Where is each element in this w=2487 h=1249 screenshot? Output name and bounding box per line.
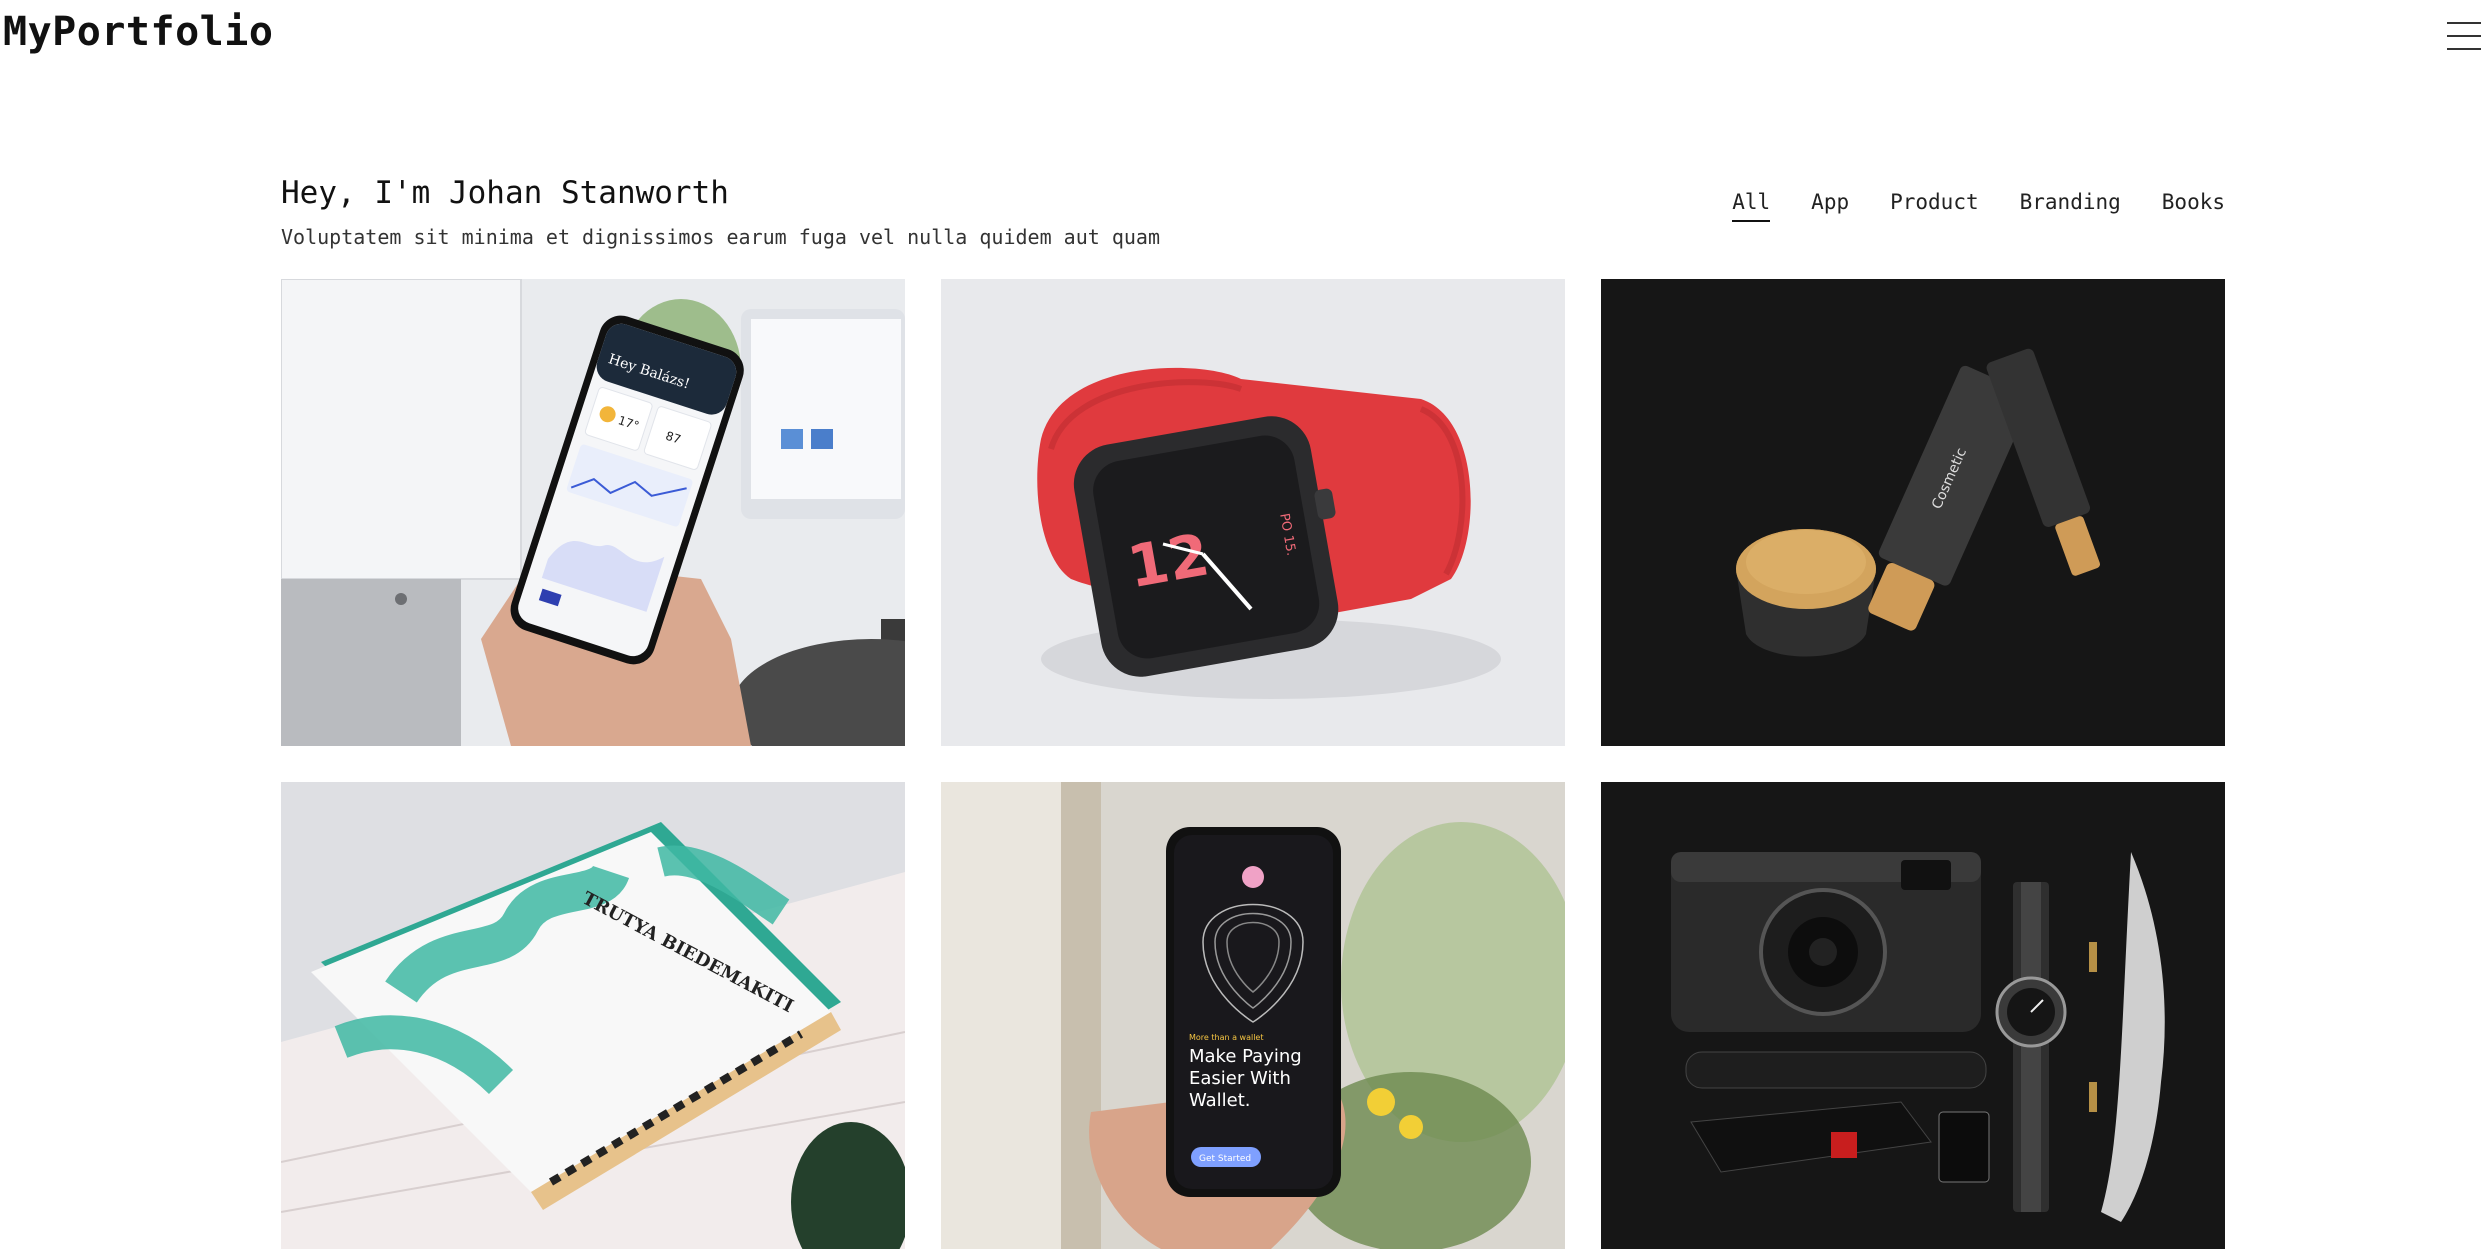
portfolio-grid: Hey Balázs! 17° 87 12 PO 15. Cosmetic TR… (281, 279, 2225, 1249)
red-smartwatch-photo: 12 PO 15. (941, 279, 1565, 746)
filter-books[interactable]: Books (2162, 190, 2225, 222)
svg-text:Make Paying: Make Paying (1189, 1046, 1302, 1067)
filter-all[interactable]: All (1732, 190, 1770, 222)
phone-app-photo: Hey Balázs! 17° 87 (281, 279, 905, 746)
portfolio-item-smartwatch[interactable]: 12 PO 15. (941, 279, 1565, 746)
menu-line (2447, 35, 2481, 37)
book-cover-photo: TRUTYA BIEDEMAKITI (281, 782, 905, 1249)
cosmetic-products-photo: Cosmetic (1601, 279, 2225, 746)
filter-product[interactable]: Product (1890, 190, 1979, 222)
page-subtitle: Voluptatem sit minima et dignissimos ear… (281, 225, 1160, 249)
svg-text:Easier With: Easier With (1189, 1068, 1291, 1089)
portfolio-filters: All App Product Branding Books (1732, 190, 2225, 222)
portfolio-item-camera-flatlay[interactable] (1601, 782, 2225, 1249)
svg-text:Get Started: Get Started (1199, 1154, 1251, 1164)
wallet-app-photo: More than a wallet Make Paying Easier Wi… (941, 782, 1565, 1249)
portfolio-item-cosmetics[interactable]: Cosmetic (1601, 279, 2225, 746)
menu-line (2447, 22, 2481, 24)
svg-text:Wallet.: Wallet. (1189, 1090, 1251, 1111)
portfolio-item-wallet-app[interactable]: More than a wallet Make Paying Easier Wi… (941, 782, 1565, 1249)
camera-flatlay-photo (1601, 782, 2225, 1249)
site-logo[interactable]: MyPortfolio (3, 6, 273, 58)
svg-text:12: 12 (1123, 520, 1214, 601)
page-title: Hey, I'm Johan Stanworth (281, 175, 729, 211)
portfolio-item-book[interactable]: TRUTYA BIEDEMAKITI (281, 782, 905, 1249)
filter-branding[interactable]: Branding (2020, 190, 2121, 222)
filter-app[interactable]: App (1811, 190, 1849, 222)
intro-section: Hey, I'm Johan Stanworth Voluptatem sit … (281, 170, 1160, 252)
portfolio-item-phone-app[interactable]: Hey Balázs! 17° 87 (281, 279, 905, 746)
menu-line (2447, 48, 2481, 50)
hamburger-menu-icon[interactable] (2447, 20, 2487, 52)
svg-text:More than a wallet: More than a wallet (1189, 1033, 1264, 1042)
